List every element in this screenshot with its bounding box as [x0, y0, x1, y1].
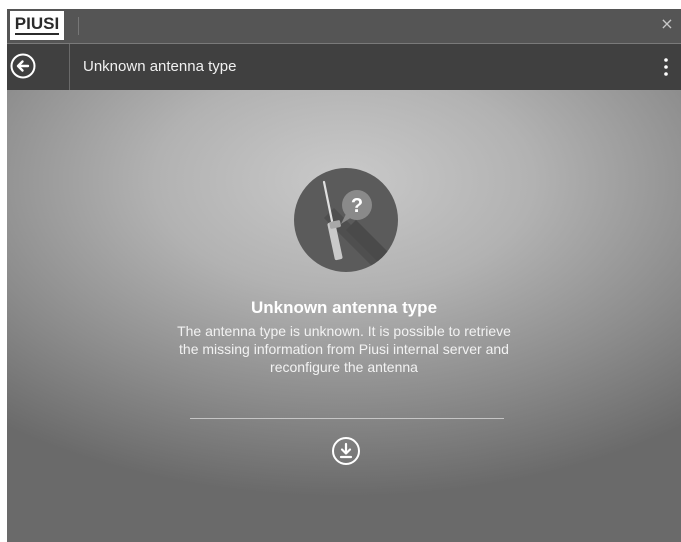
divider	[190, 418, 504, 419]
page-header: Unknown antenna type	[7, 44, 681, 90]
kebab-menu-icon	[664, 58, 668, 76]
header-divider	[69, 44, 70, 90]
antenna-question-illustration: ?	[294, 168, 398, 272]
page-title: Unknown antenna type	[83, 58, 237, 75]
title-bar: PIUSI ×	[7, 9, 681, 44]
message-body: The antenna type is unknown. It is possi…	[177, 323, 511, 375]
back-button[interactable]	[10, 53, 36, 79]
close-button[interactable]: ×	[659, 16, 675, 32]
arrow-left-circle-icon	[10, 53, 36, 79]
title-divider	[78, 17, 79, 35]
download-button[interactable]	[331, 436, 361, 466]
piusi-logo: PIUSI	[10, 11, 64, 40]
app-window: PIUSI × Unknown antenna type ? Unknown a…	[7, 9, 681, 542]
message-title: Unknown antenna type	[250, 298, 438, 317]
svg-text:?: ?	[351, 195, 363, 217]
antenna-question-icon: ?	[294, 168, 398, 272]
content-area: ? Unknown antenna type The antenna type …	[7, 90, 681, 542]
logo-text: PIUSI	[14, 14, 60, 35]
download-circle-icon	[332, 437, 360, 465]
overflow-menu-button[interactable]	[661, 56, 671, 78]
